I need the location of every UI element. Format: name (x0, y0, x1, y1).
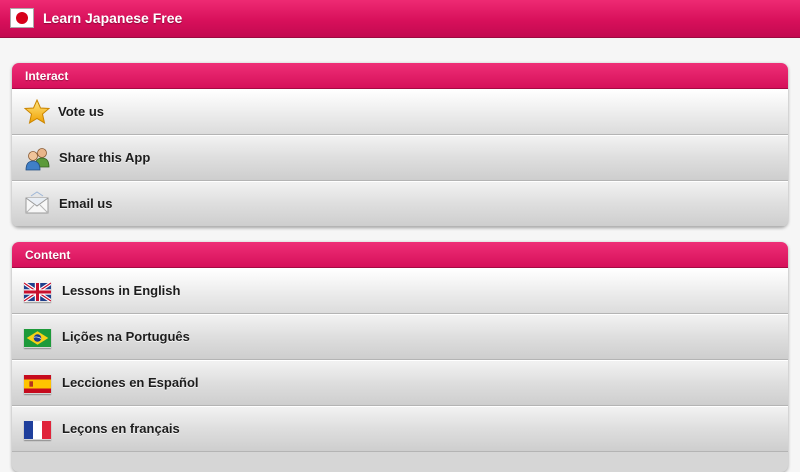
share-app-label: Share this App (59, 150, 151, 165)
envelope-icon (25, 191, 49, 214)
lessons-english-label: Lessons in English (62, 283, 181, 298)
france-flag-icon (24, 421, 51, 439)
star-icon (24, 99, 50, 125)
share-app-button[interactable]: Share this App (12, 135, 788, 181)
email-us-button[interactable]: Email us (12, 181, 788, 227)
interact-header: Interact (12, 63, 788, 89)
lessons-spanish-label: Lecciones en Español (62, 375, 199, 390)
lessons-french-button[interactable]: Leçons en français (12, 406, 788, 452)
vote-us-button[interactable]: Vote us (12, 89, 788, 135)
content-header: Content (12, 242, 788, 268)
japan-flag-icon (10, 8, 34, 28)
app-header: Learn Japanese Free (0, 0, 800, 38)
users-icon (25, 148, 50, 171)
lessons-english-button[interactable]: Lessons in English (12, 268, 788, 314)
lessons-spanish-button[interactable]: Lecciones en Español (12, 360, 788, 406)
interact-panel: Interact Vote us Share this App Email us (12, 63, 788, 227)
lessons-portuguese-label: Lições na Português (62, 329, 190, 344)
uk-flag-icon (24, 282, 51, 302)
vote-us-label: Vote us (58, 104, 104, 119)
brazil-flag-icon (24, 329, 51, 347)
lessons-portuguese-button[interactable]: Lições na Português (12, 314, 788, 360)
lessons-french-label: Leçons en français (62, 421, 180, 436)
spain-flag-icon (24, 375, 51, 393)
content-panel: Content Lessons in English Lições na Por… (12, 242, 788, 472)
email-us-label: Email us (59, 196, 113, 211)
app-title: Learn Japanese Free (43, 10, 183, 26)
